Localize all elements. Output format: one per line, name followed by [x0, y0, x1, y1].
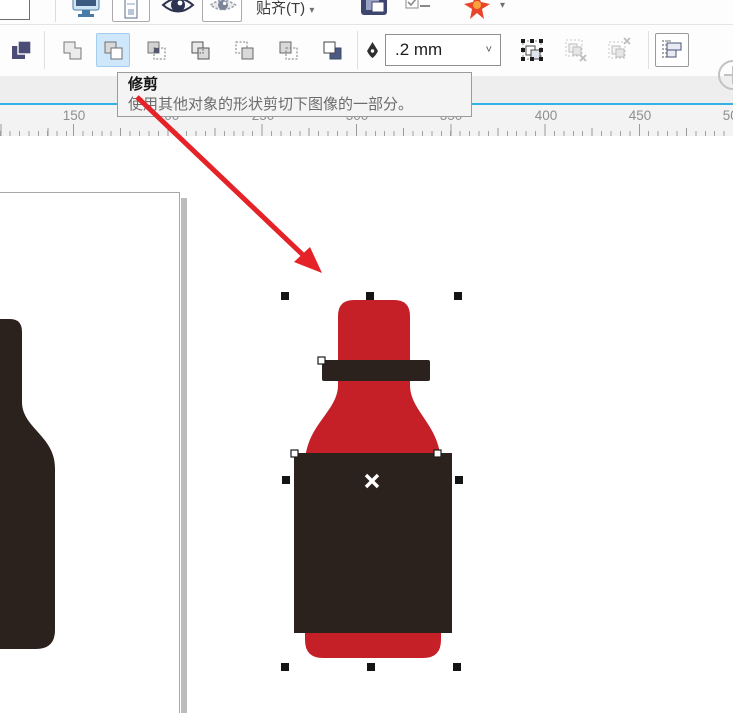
- boundary-icon: [323, 41, 342, 60]
- group-objects-button[interactable]: [515, 33, 549, 67]
- options-icon[interactable]: [403, 0, 433, 20]
- trim-button[interactable]: [96, 33, 130, 67]
- ungroup-all-button[interactable]: [601, 33, 635, 67]
- simplify-icon: [191, 41, 210, 60]
- tooltip-description: 使用其他对象的形状剪切下图像的一部分。: [128, 96, 414, 113]
- snap-dropdown[interactable]: 贴齐(T) ▾: [256, 0, 314, 18]
- app-window: 贴齐(T) ▾ ▾ .2 mm ˅ 150 400 450 5 修剪 使用其他对…: [0, 0, 733, 713]
- launch-icon[interactable]: [462, 0, 492, 21]
- boundary-button[interactable]: [315, 33, 349, 67]
- trim-tooltip: 修剪 使用其他对象的形状剪切下图像的一部分。: [117, 72, 472, 117]
- simplify-button[interactable]: [183, 33, 217, 67]
- property-bar: .2 mm ˅: [0, 25, 733, 90]
- zoom-level-box[interactable]: [0, 0, 30, 20]
- outline-width-value: .2 mm: [395, 40, 443, 59]
- back-minus-front-button[interactable]: [271, 33, 305, 67]
- dropdown-chevron-icon: ▾: [309, 5, 315, 16]
- wrap-text-button[interactable]: [655, 33, 689, 67]
- outline-width-combobox[interactable]: .2 mm ˅: [385, 34, 501, 66]
- front-minus-back-icon: [235, 41, 254, 60]
- toolbar-separator: [357, 31, 358, 69]
- ungroup-all-icon: [608, 37, 631, 59]
- preview-eye-icon: [209, 0, 237, 11]
- back-minus-front-icon: [279, 41, 298, 60]
- intersect-icon: [147, 41, 166, 60]
- snap-dropdown-label: 贴齐(T): [256, 0, 306, 17]
- ruler-label: 450: [628, 108, 652, 123]
- ruler-label: 150: [62, 108, 86, 123]
- page-preview-icon: [124, 0, 138, 19]
- ungroup-icon: [565, 39, 587, 62]
- group-objects-icon: [521, 39, 543, 61]
- document-page[interactable]: [0, 192, 180, 713]
- chevron-down-icon: ˅: [485, 44, 492, 56]
- front-minus-back-button[interactable]: [227, 33, 261, 67]
- ruler-label: 500: [722, 108, 733, 123]
- ruler-ticks-major: [0, 124, 733, 136]
- intersect-button[interactable]: [139, 33, 173, 67]
- clipped-circle-icon[interactable]: [716, 58, 733, 92]
- page-shadow: [181, 198, 187, 713]
- dropdown-chevron-icon[interactable]: ▾: [500, 0, 505, 11]
- combine-button[interactable]: [4, 33, 38, 67]
- weld-icon: [63, 41, 82, 60]
- monitor-icon[interactable]: [70, 0, 102, 20]
- toolbar-separator: [648, 31, 649, 69]
- trim-icon: [104, 41, 123, 60]
- ungroup-button[interactable]: [558, 33, 592, 67]
- standard-toolbar: 贴齐(T) ▾ ▾: [0, 0, 733, 25]
- eye-icon[interactable]: [160, 0, 196, 19]
- tooltip-title: 修剪: [128, 76, 159, 93]
- combine-icon: [12, 40, 32, 59]
- weld-button[interactable]: [55, 33, 89, 67]
- window-icon[interactable]: [358, 0, 390, 20]
- ruler-label: 400: [534, 108, 558, 123]
- toolbar-separator: [44, 31, 45, 69]
- toolbar-separator: [55, 0, 56, 22]
- outline-pen-icon: [367, 42, 378, 58]
- drawing-canvas[interactable]: [0, 136, 733, 713]
- wrap-text-icon: [662, 40, 682, 60]
